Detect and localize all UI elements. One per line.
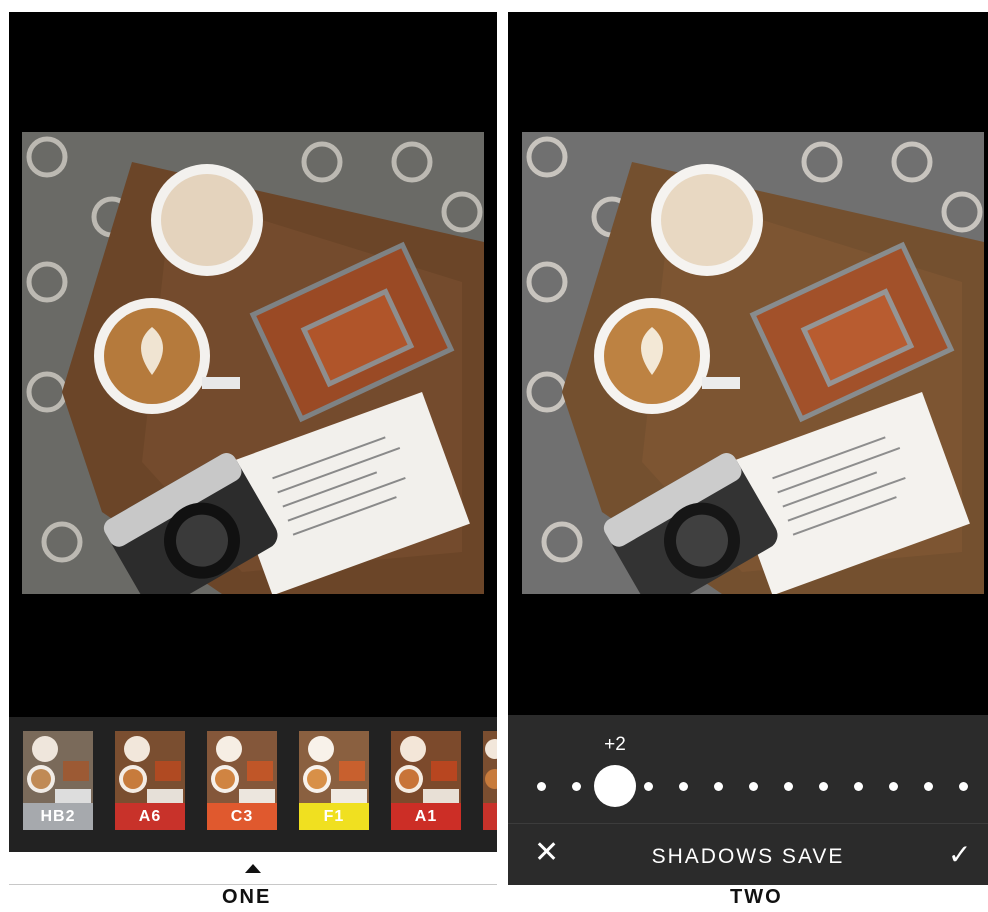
filter-preview [207,731,277,803]
slider-tick[interactable] [854,782,863,791]
photo-preview [22,132,484,594]
slider-tick[interactable] [714,782,723,791]
shadows-slider[interactable]: +2 [508,715,988,823]
filter-label: F1 [299,803,369,830]
checkmark-icon[interactable]: ✓ [948,838,971,872]
filter-preview [23,731,93,803]
filter-preview [115,731,185,803]
caret-up-icon[interactable] [245,864,261,873]
slider-tick[interactable] [749,782,758,791]
filter-label-partial [483,803,497,830]
slider-tick[interactable] [644,782,653,791]
filter-label: A6 [115,803,185,830]
photo-coffee-table [22,132,484,594]
filter-strip[interactable]: HB2 A6 C3 F1 A1 [9,717,497,852]
filter-drawer-toggle[interactable] [9,852,497,885]
slider-knob[interactable] [594,765,636,807]
tool-bar: ✕ SHADOWS SAVE ✓ [508,823,988,885]
slider-tick[interactable] [537,782,546,791]
filter-label: HB2 [23,803,93,830]
filter-label: A1 [391,803,461,830]
slider-tick[interactable] [959,782,968,791]
screen-one: HB2 A6 C3 F1 A1 [9,12,497,852]
screen-two: +2 ✕ SHADOWS SAVE ✓ [508,12,988,885]
filter-preview [391,731,461,803]
tool-title: SHADOWS SAVE [651,845,845,868]
panel-divider [497,0,508,912]
caption-one: ONE [222,886,272,908]
caption-two: TWO [730,886,783,908]
slider-tick[interactable] [819,782,828,791]
filter-preview [483,731,497,803]
filter-thumb-a6[interactable]: A6 [115,731,185,830]
filter-thumb-c3[interactable]: C3 [207,731,277,830]
filter-thumb-f1[interactable]: F1 [299,731,369,830]
slider-tick[interactable] [784,782,793,791]
slider-tick[interactable] [889,782,898,791]
photo-coffee-table [522,132,984,594]
photo-preview [522,132,984,594]
filter-thumb-partial[interactable] [483,731,497,830]
filter-thumb-a1[interactable]: A1 [391,731,461,830]
slider-tick[interactable] [572,782,581,791]
filter-preview [299,731,369,803]
slider-value-label: +2 [604,734,626,755]
slider-tick[interactable] [679,782,688,791]
filter-label: C3 [207,803,277,830]
slider-tick[interactable] [924,782,933,791]
filter-thumb-hb2[interactable]: HB2 [23,731,93,830]
